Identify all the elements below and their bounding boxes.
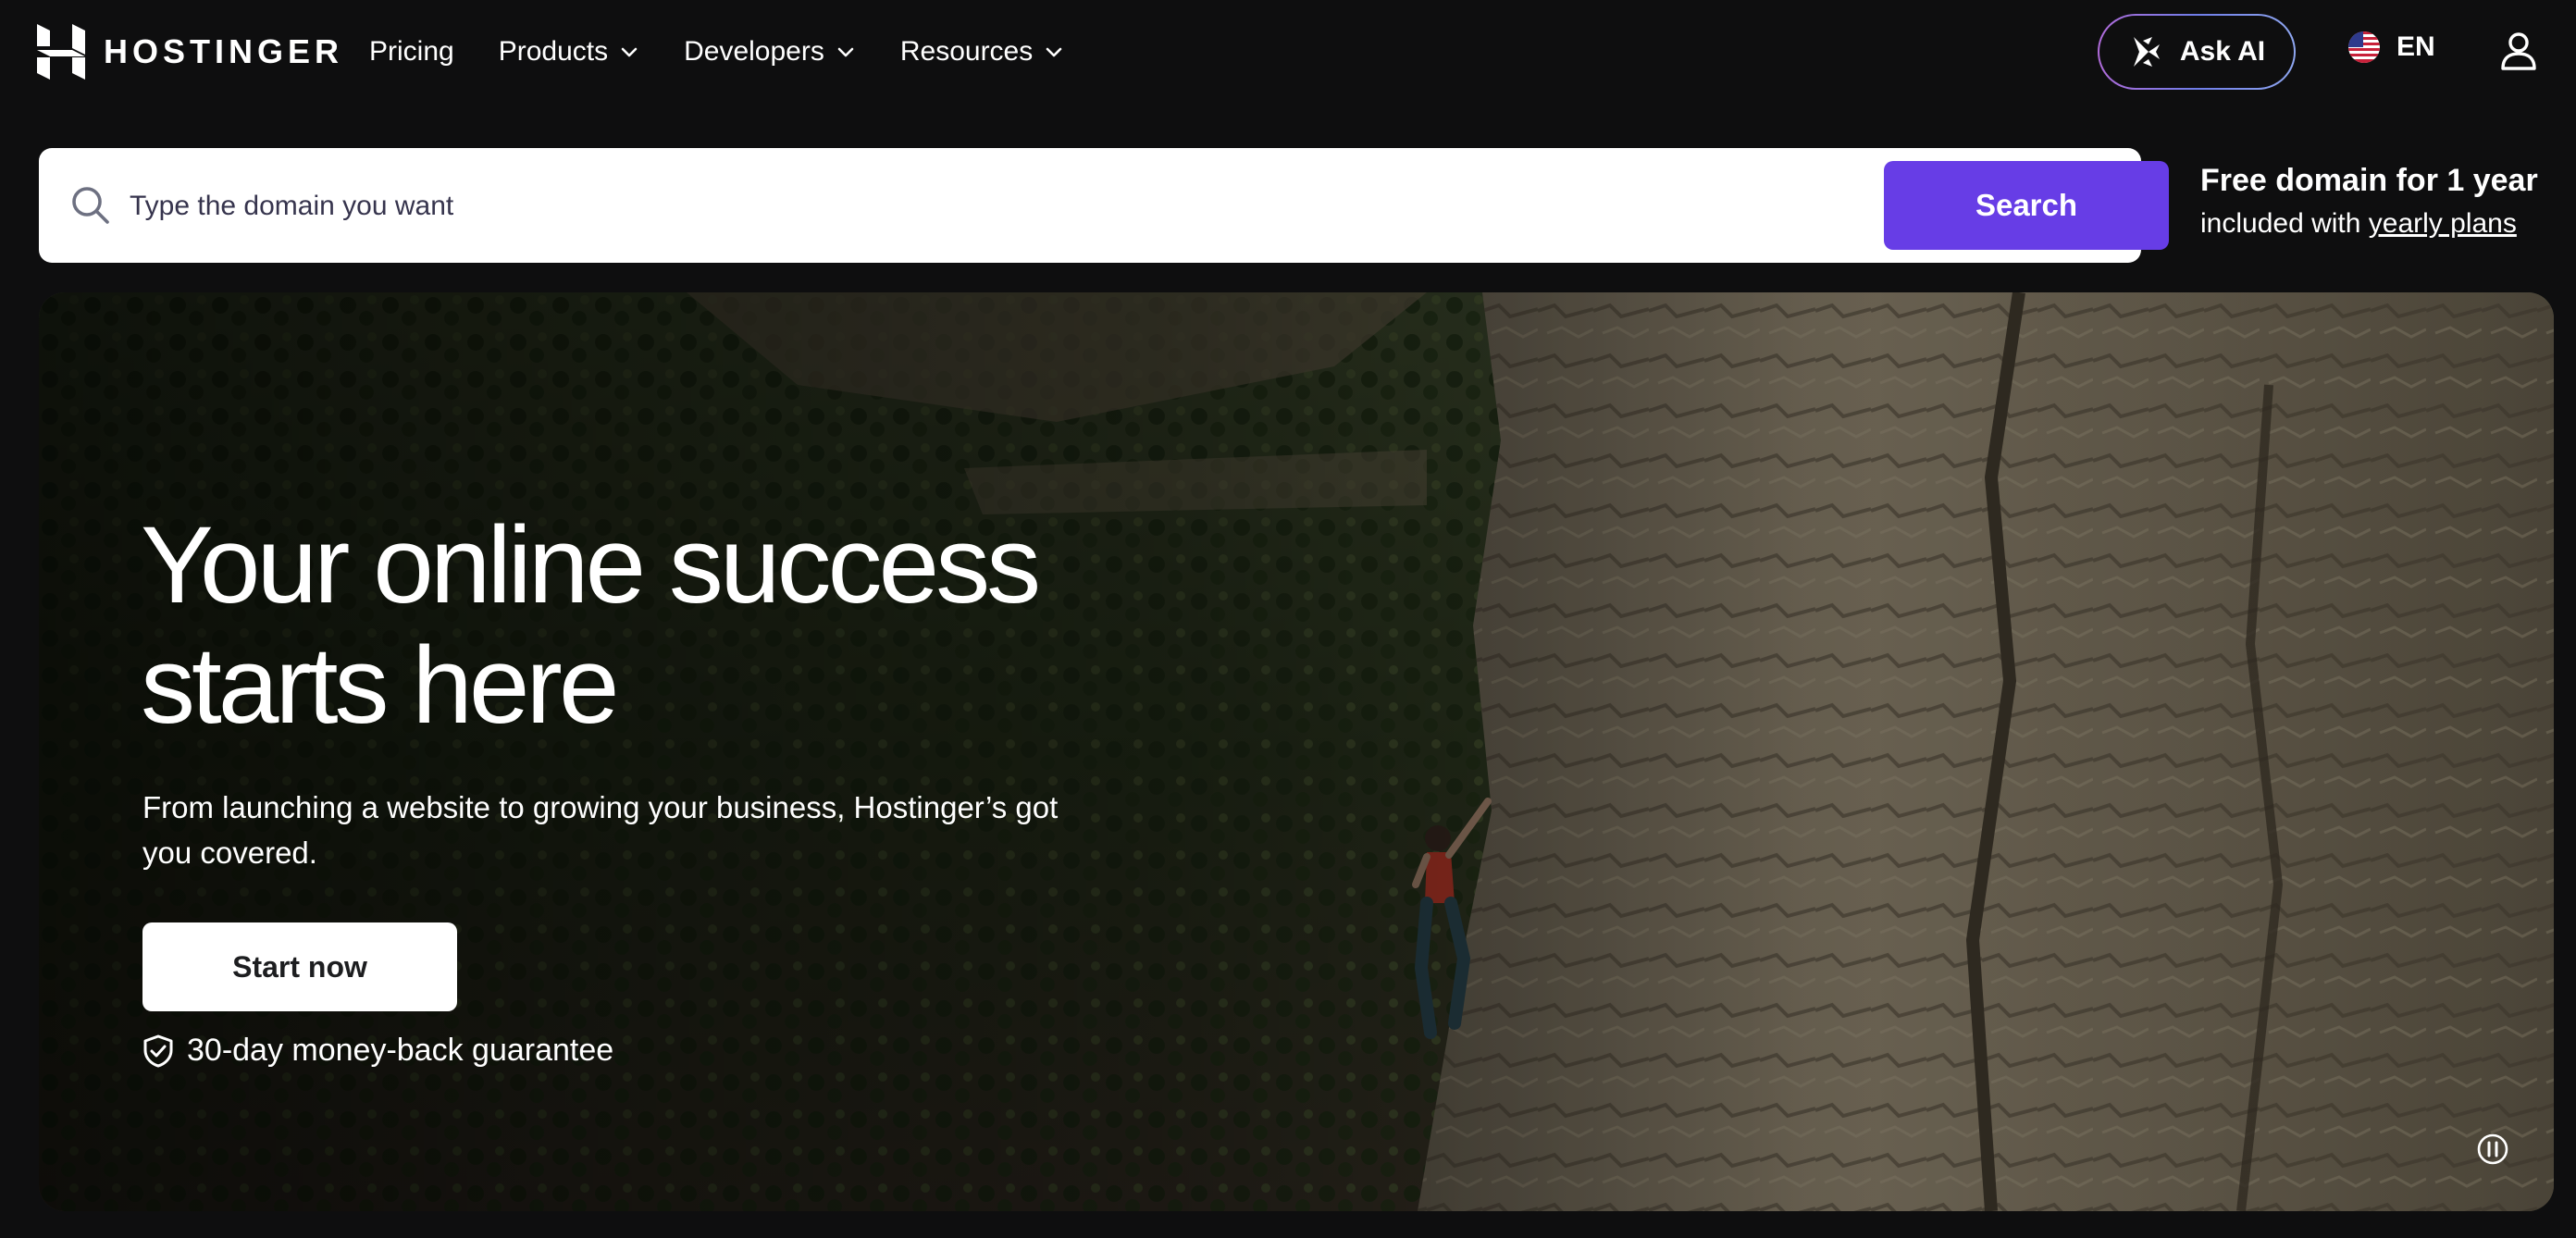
pause-icon[interactable] bbox=[2476, 1133, 2509, 1166]
promo-title: Free domain for 1 year bbox=[2200, 163, 2538, 198]
nav-item-pricing[interactable]: Pricing bbox=[369, 36, 454, 68]
start-now-button[interactable]: Start now bbox=[142, 922, 457, 1011]
yearly-plans-link[interactable]: yearly plans bbox=[2369, 208, 2517, 239]
nav-item-label: Resources bbox=[899, 36, 1034, 67]
free-domain-promo: Free domain for 1 year included with yea… bbox=[2200, 163, 2538, 240]
nav-item-label: Pricing bbox=[369, 36, 454, 67]
chevron-down-icon bbox=[621, 47, 638, 57]
hero-title-line-2: starts here bbox=[141, 625, 619, 747]
promo-prefix: included with bbox=[2200, 208, 2369, 239]
nav-item-developers[interactable]: Developers bbox=[684, 36, 856, 68]
language-selector[interactable]: EN bbox=[2348, 31, 2435, 63]
nav-item-products[interactable]: Products bbox=[499, 36, 639, 68]
ai-sparkle-icon bbox=[2133, 37, 2160, 67]
promo-subtitle: included with yearly plans bbox=[2200, 208, 2538, 240]
ask-ai-button[interactable]: Ask AI bbox=[2098, 14, 2296, 90]
brand-name: HOSTINGER bbox=[104, 32, 344, 70]
shield-check-icon bbox=[143, 1034, 173, 1067]
site-header: HOSTINGER Pricing Products Developers Re… bbox=[0, 0, 2576, 104]
nav-item-resources[interactable]: Resources bbox=[900, 36, 1064, 68]
nav-item-label: Products bbox=[498, 36, 609, 67]
hero-background-image bbox=[39, 292, 2554, 1211]
money-back-guarantee: 30-day money-back guarantee bbox=[142, 1033, 613, 1069]
hero-section: Your online success starts here From laun… bbox=[39, 292, 2554, 1211]
domain-search-bar: Search bbox=[39, 148, 2169, 263]
hero-title-line-1: Your online success bbox=[141, 504, 1041, 626]
chevron-down-icon bbox=[837, 47, 854, 57]
main-nav: Pricing Products Developers Resources bbox=[369, 0, 1108, 104]
ask-ai-label: Ask AI bbox=[2179, 36, 2266, 67]
user-icon[interactable] bbox=[2500, 31, 2537, 71]
search-icon bbox=[72, 187, 109, 224]
nav-item-label: Developers bbox=[684, 36, 824, 67]
hostinger-logo-icon bbox=[37, 24, 85, 80]
guarantee-text: 30-day money-back guarantee bbox=[187, 1033, 614, 1068]
domain-search-input[interactable] bbox=[128, 176, 1871, 237]
hero-subtitle: From launching a website to growing your… bbox=[142, 790, 1059, 870]
hostinger-logo[interactable]: HOSTINGER bbox=[37, 24, 343, 80]
hero-title: Your online success starts here bbox=[141, 505, 1251, 746]
us-flag-icon bbox=[2348, 31, 2380, 63]
chevron-down-icon bbox=[1046, 47, 1062, 57]
search-button[interactable]: Search bbox=[1884, 161, 2169, 250]
language-label: EN bbox=[2396, 31, 2435, 62]
